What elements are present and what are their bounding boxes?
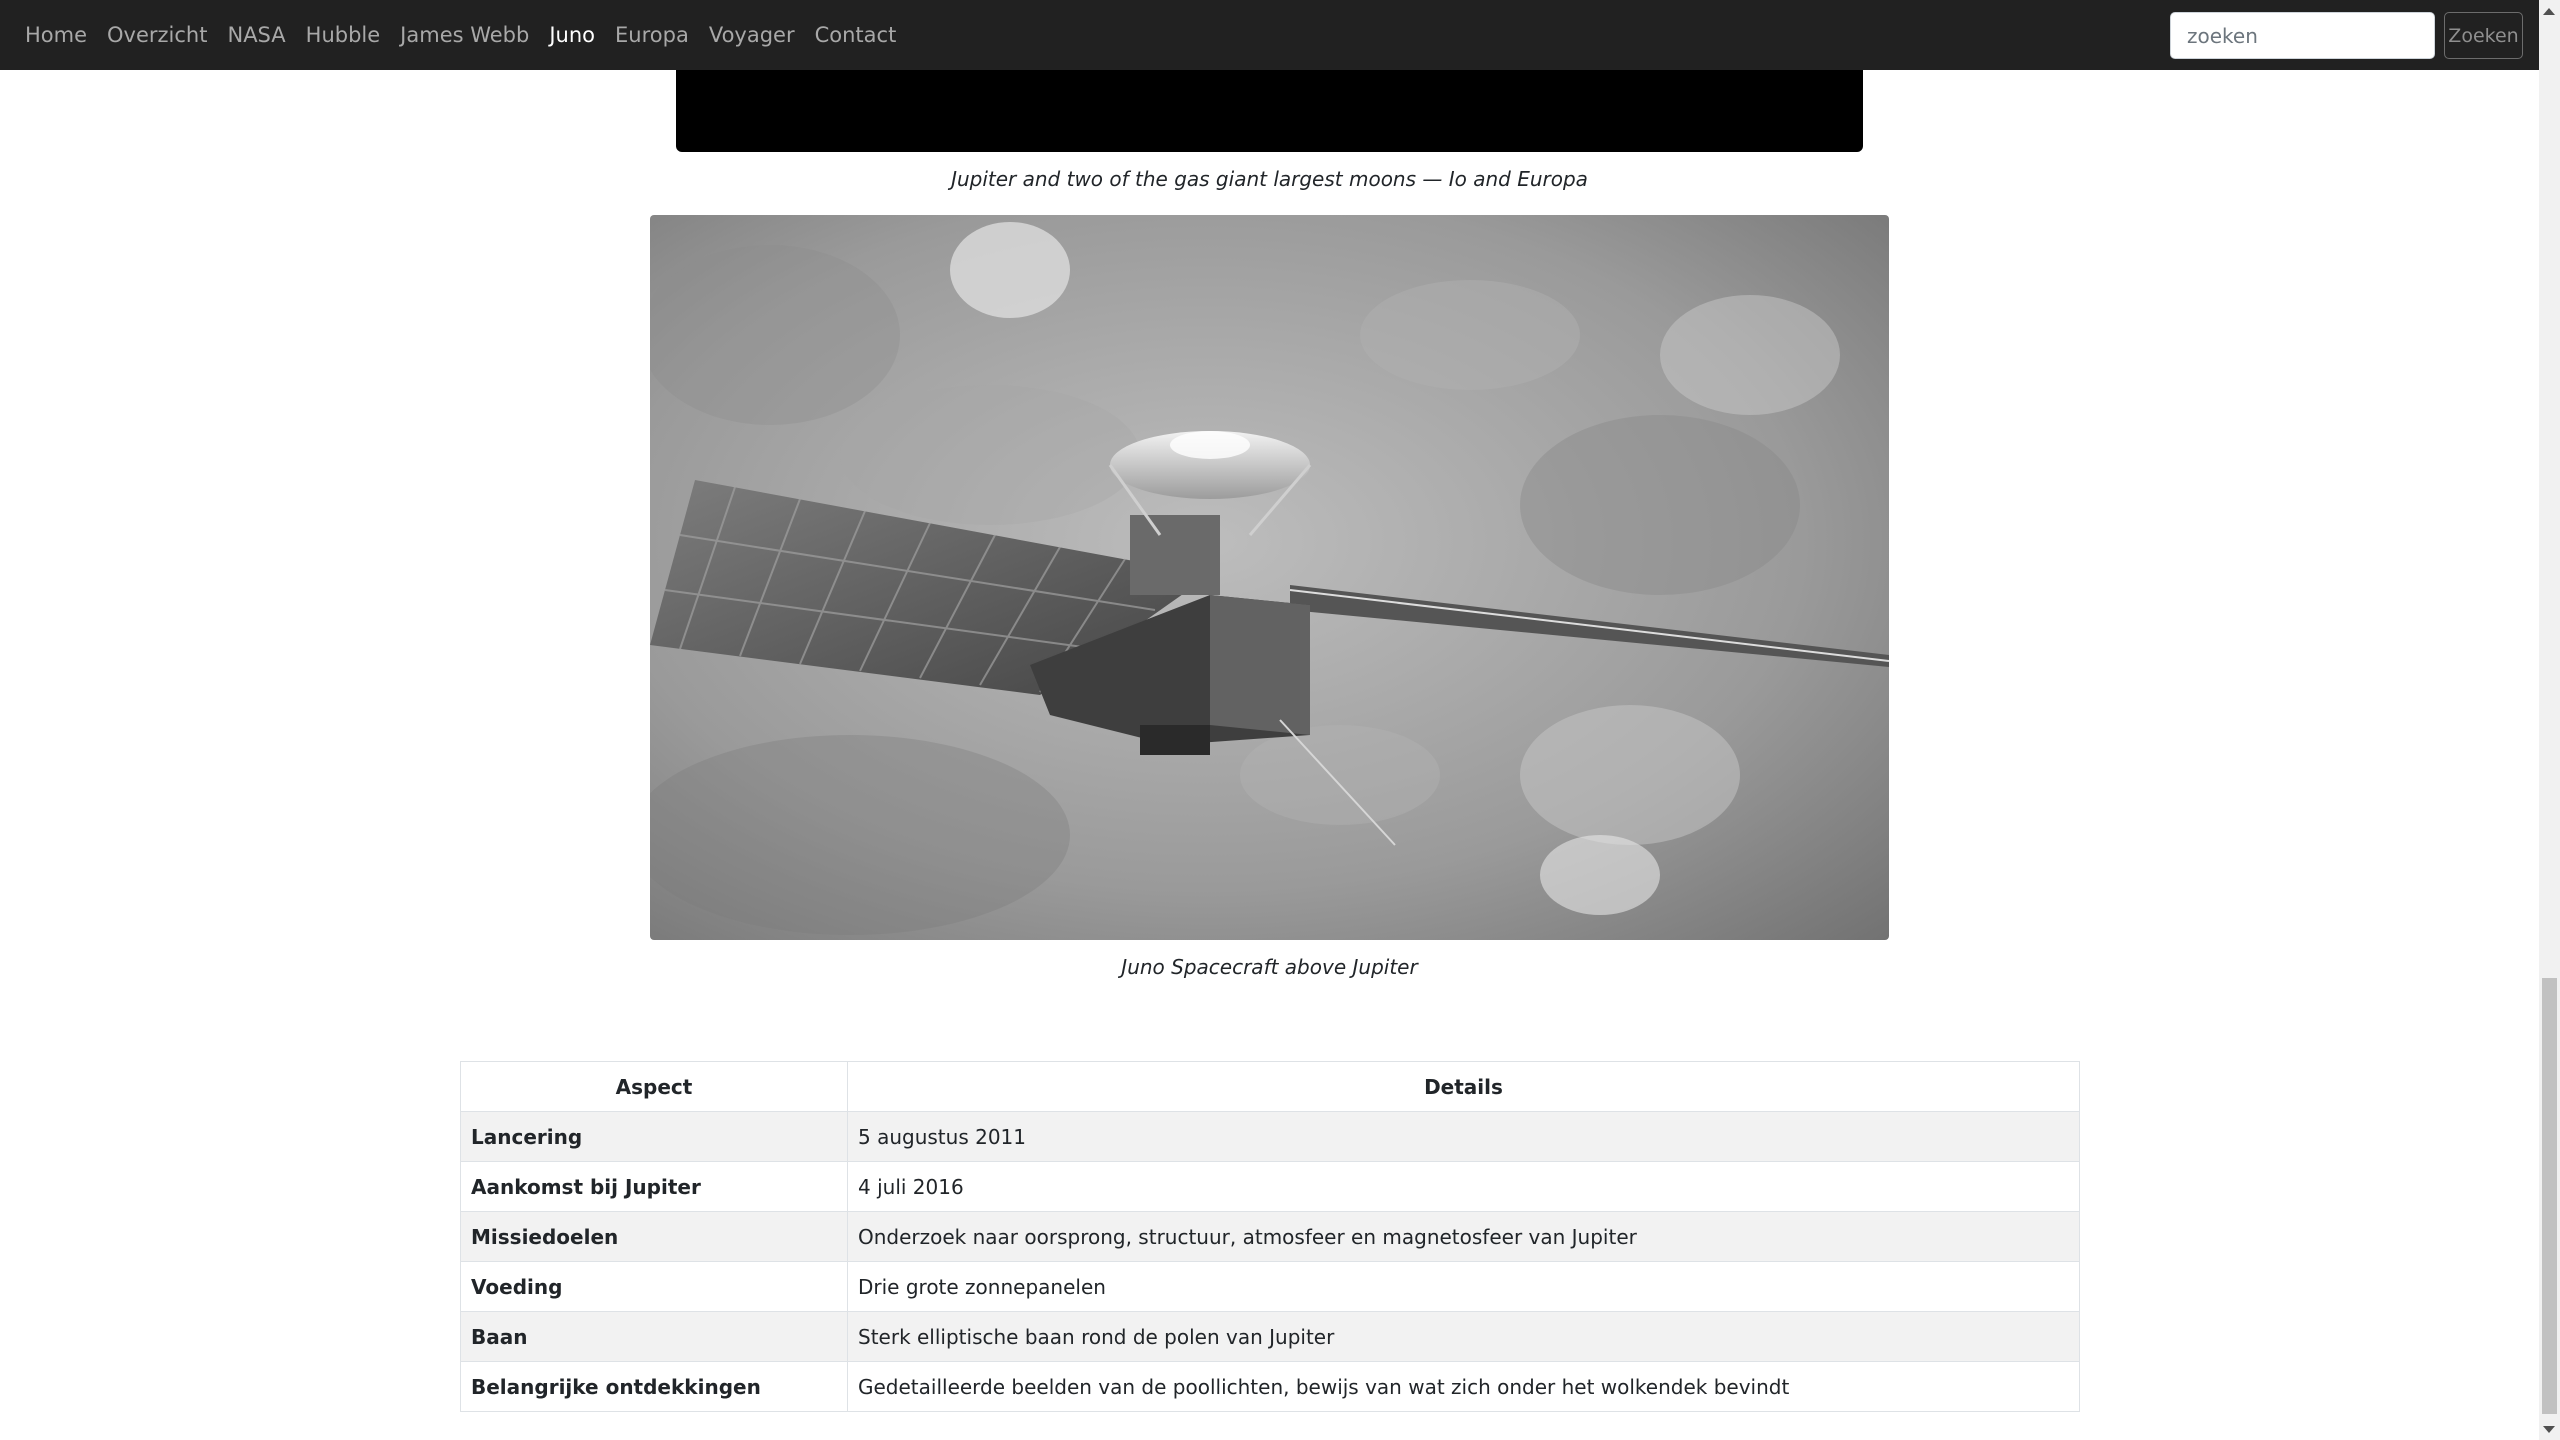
nav-link-overzicht[interactable]: Overzicht xyxy=(107,23,207,47)
scroll-up-arrow-icon[interactable] xyxy=(2543,8,2555,15)
table-row: Belangrijke ontdekkingen Gedetailleerde … xyxy=(460,1361,2080,1412)
nav-link-hubble[interactable]: Hubble xyxy=(306,23,381,47)
table-header-aspect: Aspect xyxy=(460,1061,848,1112)
table-row: Lancering 5 augustus 2011 xyxy=(460,1111,2080,1162)
table-cell-details: 5 augustus 2011 xyxy=(847,1111,2080,1162)
table-row: Missiedoelen Onderzoek naar oorsprong, s… xyxy=(460,1211,2080,1262)
table-cell-aspect: Belangrijke ontdekkingen xyxy=(460,1361,848,1412)
juno-spacecraft-image xyxy=(650,215,1889,940)
table-header-row: Aspect Details xyxy=(460,1061,2080,1112)
table-cell-aspect: Missiedoelen xyxy=(460,1211,848,1262)
nav-link-james-webb[interactable]: James Webb xyxy=(400,23,529,47)
image-caption: Juno Spacecraft above Jupiter xyxy=(1121,955,1418,979)
nav-link-voyager[interactable]: Voyager xyxy=(709,23,795,47)
table-cell-aspect: Voeding xyxy=(460,1261,848,1312)
table-cell-aspect: Aankomst bij Jupiter xyxy=(460,1161,848,1212)
search-button[interactable]: Zoeken xyxy=(2444,12,2523,59)
nav-link-europa[interactable]: Europa xyxy=(615,23,689,47)
nav-link-home[interactable]: Home xyxy=(25,23,87,47)
table-cell-details: Drie grote zonnepanelen xyxy=(847,1261,2080,1312)
nav-link-nasa[interactable]: NASA xyxy=(227,23,285,47)
nav-links: Home Overzicht NASA Hubble James Webb Ju… xyxy=(25,0,896,70)
page-scrollbar[interactable] xyxy=(2539,0,2560,1440)
table-row: Voeding Drie grote zonnepanelen xyxy=(460,1261,2080,1312)
nav-link-contact[interactable]: Contact xyxy=(815,23,897,47)
table-cell-details: Onderzoek naar oorsprong, structuur, atm… xyxy=(847,1211,2080,1262)
scroll-down-arrow-icon[interactable] xyxy=(2543,1426,2555,1433)
table-header-details: Details xyxy=(847,1061,2080,1112)
search-input[interactable] xyxy=(2170,12,2435,59)
scrollbar-thumb[interactable] xyxy=(2542,978,2557,1414)
table-cell-aspect: Baan xyxy=(460,1311,848,1362)
table-row: Baan Sterk elliptische baan rond de pole… xyxy=(460,1311,2080,1362)
table-row: Aankomst bij Jupiter 4 juli 2016 xyxy=(460,1161,2080,1212)
nav-link-juno[interactable]: Juno xyxy=(549,23,595,47)
table-cell-details: Sterk elliptische baan rond de polen van… xyxy=(847,1311,2080,1362)
video-caption: Jupiter and two of the gas giant largest… xyxy=(951,167,1588,191)
table-cell-details: 4 juli 2016 xyxy=(847,1161,2080,1212)
top-navbar: Home Overzicht NASA Hubble James Webb Ju… xyxy=(0,0,2539,70)
juno-facts-table: Aspect Details Lancering 5 augustus 2011… xyxy=(460,1061,2080,1412)
table-cell-details: Gedetailleerde beelden van de poollichte… xyxy=(847,1361,2080,1412)
table-cell-aspect: Lancering xyxy=(460,1111,848,1162)
